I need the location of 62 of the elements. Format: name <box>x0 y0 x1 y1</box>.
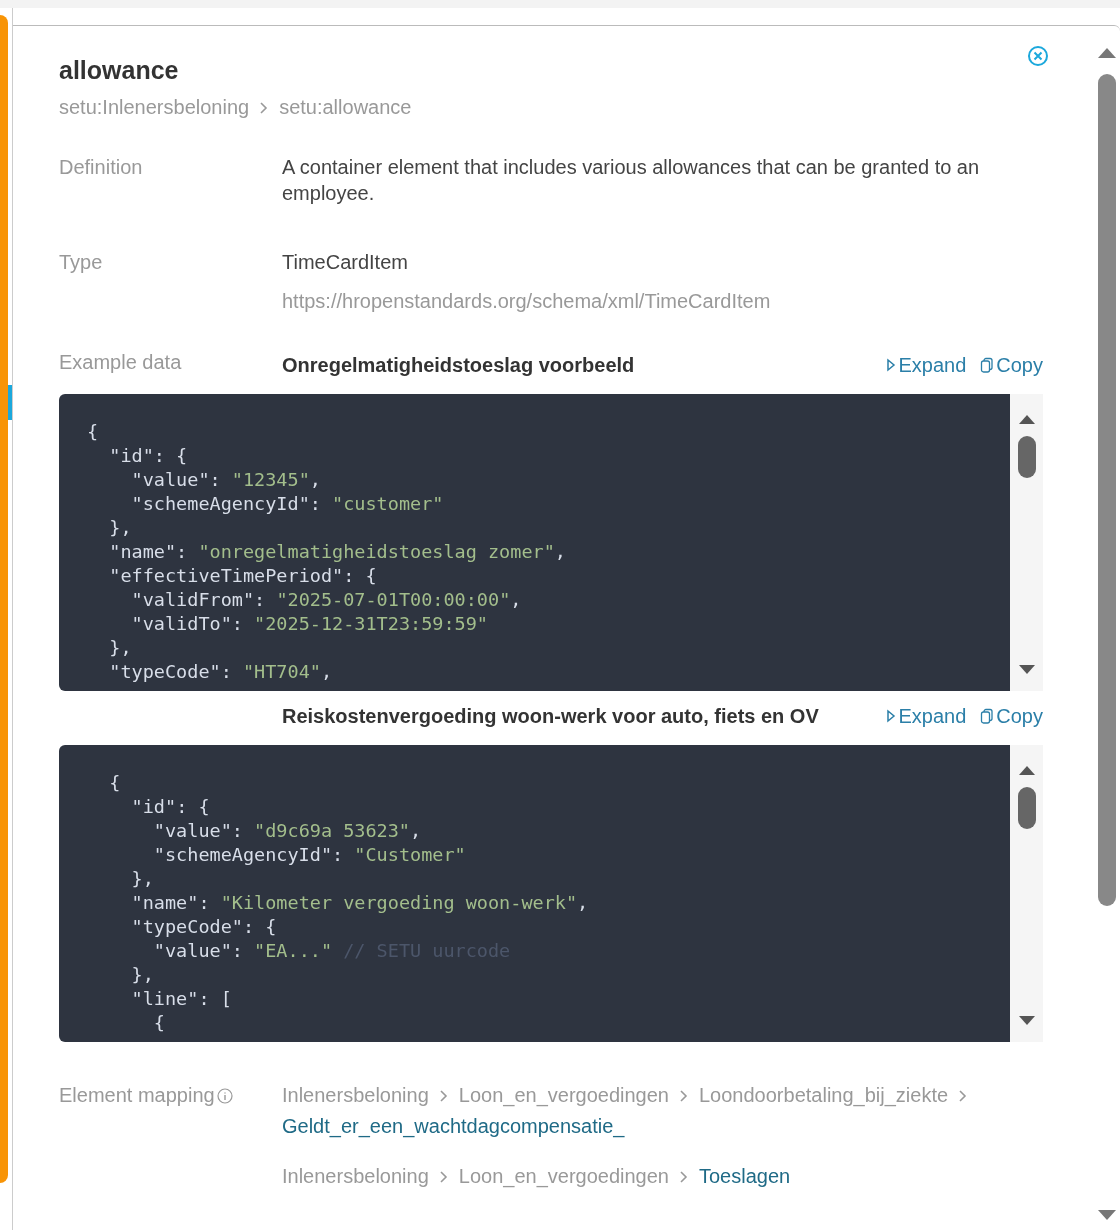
code-line: "validTo": "2025-12-31T23:59:59" <box>130 612 489 636</box>
breadcrumb-item[interactable]: setu:Inlenersbeloning <box>59 96 250 119</box>
code-line: "typeCode": { <box>130 915 278 939</box>
code-line: "schemeAgencyId": "Customer" <box>152 843 467 867</box>
code-scrollbar[interactable] <box>1010 745 1043 1042</box>
mapping-segment[interactable]: Loon_en_vergoedingen <box>458 1084 669 1107</box>
scrollbar-thumb[interactable] <box>1097 74 1116 906</box>
expand-link[interactable]: Expand <box>886 353 967 377</box>
info-icon[interactable] <box>216 1088 233 1104</box>
copy-icon <box>980 357 995 373</box>
field-label: Element mapping <box>59 1084 215 1107</box>
code-line: "id": { <box>130 795 211 819</box>
code-line: "id": { <box>108 444 189 468</box>
code-line: "schemeAgencyId": "customer" <box>130 492 445 516</box>
copy-icon <box>980 708 995 724</box>
scrollbar-thumb[interactable] <box>1017 436 1036 478</box>
chevron-icon <box>958 1088 969 1103</box>
breadcrumb-item[interactable]: setu:allowance <box>279 96 412 119</box>
code-line: "validFrom": "2025-07-01T00:00:00", <box>130 588 523 612</box>
type-name: TimeCardItem <box>282 251 409 274</box>
mapping-link[interactable]: Toeslagen <box>699 1165 791 1188</box>
field-label: Example data <box>59 351 183 374</box>
code-scrollbar[interactable] <box>1010 394 1043 691</box>
mapping-segment[interactable]: Inlenersbeloning <box>282 1165 429 1188</box>
code-line: "name": "Kilometer vergoeding woon-werk", <box>130 891 590 915</box>
definition-text: A container element that includes various allowances that can be granted to an employee. <box>282 155 981 206</box>
copy-link[interactable]: Copy <box>980 704 1043 728</box>
code-line: { <box>152 1011 166 1035</box>
code-line: "value": "d9c69a 53623", <box>152 819 423 843</box>
mapping-segment[interactable]: Loon_en_vergoedingen <box>458 1165 669 1188</box>
code-line: { <box>87 420 100 444</box>
active-marker <box>8 385 12 420</box>
expand-link[interactable]: Expand <box>886 704 967 728</box>
chevron-icon <box>259 100 270 115</box>
chevron-icon <box>438 1169 449 1184</box>
copy-link[interactable]: Copy <box>980 353 1043 377</box>
field-label: Definition <box>59 155 144 180</box>
code-line: "effectiveTimePeriod": { <box>108 564 378 588</box>
code-line: "line": [ <box>130 987 233 1011</box>
code-line: }, <box>108 516 133 540</box>
type-url: https://hropenstandards.org/schema/xml/TimeCardItem <box>282 290 772 313</box>
field-label: Type <box>59 251 104 275</box>
code-line: "typeCode": "HT704", <box>108 660 334 684</box>
mapping-segment[interactable]: Inlenersbeloning <box>282 1084 429 1107</box>
triangle-icon <box>886 708 897 724</box>
triangle-icon <box>886 357 897 373</box>
chevron-icon <box>438 1088 449 1103</box>
example-title: Onregelmatigheidstoeslag voorbeeld <box>282 353 636 377</box>
scrollbar-thumb[interactable] <box>1017 787 1036 829</box>
code-line: { <box>108 771 122 795</box>
code-line: }, <box>130 963 155 987</box>
mapping-link[interactable]: Geldt_er_een_wachtdagcompensatie_ <box>282 1115 625 1138</box>
close-icon[interactable] <box>1027 45 1049 67</box>
code-line: }, <box>108 636 133 660</box>
code-line: "value": "12345", <box>130 468 322 492</box>
chevron-icon <box>679 1169 689 1184</box>
mapping-segment[interactable]: Loondoorbetaling_bij_ziekte <box>699 1084 949 1107</box>
element-title: allowance <box>59 56 180 86</box>
example-title: Reiskostenvergoeding woon-werk voor auto, fiets en OV <box>282 704 820 728</box>
code-line: }, <box>130 867 155 891</box>
chevron-icon <box>679 1088 689 1103</box>
code-line: "name": "onregelmatigheidstoeslag zomer", <box>108 540 567 564</box>
